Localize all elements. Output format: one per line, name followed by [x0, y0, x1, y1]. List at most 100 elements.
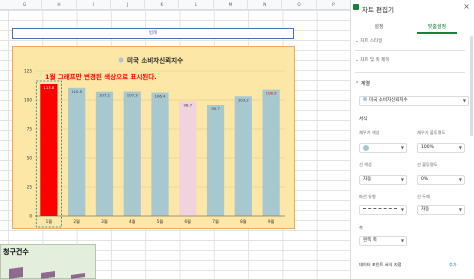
series-select[interactable]: 미국 소비자신뢰지수 ▼	[359, 96, 469, 106]
column-header[interactable]: J	[111, 0, 146, 10]
section-series-label: 계열	[360, 81, 370, 87]
chart-editor-icon	[353, 4, 359, 10]
bar-value-label: 98.7	[184, 103, 193, 108]
divider	[355, 50, 465, 51]
chevron-down-icon: ▼	[462, 98, 466, 103]
divider	[355, 72, 465, 73]
x-tick-label: 5월	[157, 218, 164, 225]
bar-value-label: 95.7	[211, 106, 220, 111]
column-header[interactable]: I	[77, 0, 111, 10]
column-header[interactable]: K	[145, 0, 180, 10]
bar-value-label: 113.8	[43, 85, 54, 90]
bar-value-label: 106.4	[155, 94, 166, 99]
y-tick-label: 125	[24, 69, 32, 74]
fill-opacity-label: 채우기 불투명도	[417, 130, 446, 135]
column-header[interactable]: L	[180, 0, 214, 10]
chevron-down-icon: ▼	[400, 177, 404, 182]
x-tick-label: 3월	[101, 218, 108, 225]
bar-value-label: 103.2	[238, 97, 249, 102]
line-thickness-select[interactable]: 자동 ▼	[417, 205, 465, 215]
column-header[interactable]: P	[317, 0, 350, 10]
line-opacity-label: 선 불투명도	[417, 162, 438, 167]
line-thickness-label: 선 두께	[417, 194, 430, 199]
second-chart-bar	[9, 267, 23, 279]
dash-type-label: 파선 유형	[359, 194, 376, 199]
bar	[262, 89, 280, 216]
line-opacity-select[interactable]: 0% ▼	[417, 175, 465, 185]
editor-tabs: 설정 맞춤설정	[351, 22, 474, 34]
y-tick-label: 25	[27, 185, 33, 190]
line-color-label: 선 색상	[359, 162, 372, 167]
chevron-down-icon: ▼	[458, 207, 462, 212]
section-series[interactable]: ⌃ 계열	[355, 80, 370, 87]
dash-type-select[interactable]: ▼	[359, 205, 407, 215]
line-opacity-value: 0%	[421, 177, 429, 182]
x-tick-label: 9월	[268, 218, 275, 225]
x-tick-label: 6월	[185, 218, 192, 225]
column-header[interactable]: N	[248, 0, 283, 10]
fill-color-swatch	[363, 145, 369, 151]
chart-annotation: 1월 그래프만 변경된 색상으로 표시된다.	[45, 72, 157, 81]
spreadsheet-area[interactable]: GHIJKLMNOP 범례 미국 소비자신뢰지수 1월 그래프만 변경된 색상으로…	[0, 0, 350, 279]
line-thickness-value: 자동	[421, 207, 430, 212]
line-color-value: 자동	[363, 177, 372, 182]
fill-opacity-select[interactable]: 100% ▼	[417, 143, 465, 153]
bar-value-label: 107.3	[127, 93, 138, 98]
bar	[206, 104, 225, 216]
y-tick-label: 0	[29, 214, 32, 219]
chart-title: 미국 소비자신뢰지수	[127, 56, 183, 65]
section-chart-axis-title-label: 차트 및 축 제목	[360, 58, 390, 63]
chart-editor-title: 차트 편집기	[362, 6, 394, 14]
series-color-dot	[363, 97, 367, 101]
section-chart-style[interactable]: ⌄ 차트 스타일	[355, 38, 382, 44]
second-chart-bar	[71, 273, 85, 279]
tab-setup[interactable]: 설정	[365, 22, 393, 34]
legend-cell[interactable]: 범례	[12, 28, 294, 39]
bar-chart[interactable]: 미국 소비자신뢰지수 1월 그래프만 변경된 색상으로 표시된다. 0 25 50 75 1…	[12, 46, 295, 229]
y-tick-label: 75	[27, 127, 33, 132]
bar-chart-svg: 미국 소비자신뢰지수 1월 그래프만 변경된 색상으로 표시된다. 0 25 50 75 1…	[24, 56, 285, 228]
second-chart[interactable]: 청구건수	[0, 244, 96, 279]
add-data-point-button[interactable]: 추가	[449, 262, 457, 268]
bar-value-label: 110.5	[71, 89, 82, 94]
close-icon[interactable]: ×	[463, 2, 470, 11]
bar	[234, 96, 252, 216]
bar	[68, 87, 86, 216]
y-tick-label: 50	[27, 156, 33, 161]
column-header[interactable]: M	[214, 0, 249, 10]
bar	[95, 91, 114, 216]
bar-value-label: 107.2	[99, 93, 110, 98]
line-color-select[interactable]: 자동 ▼	[359, 175, 407, 185]
column-header[interactable]: O	[282, 0, 317, 10]
bar	[40, 83, 58, 216]
x-tick-label: 1월	[46, 218, 53, 225]
panel-scrollbar[interactable]	[470, 36, 473, 136]
legend-marker	[118, 57, 124, 63]
bar	[123, 91, 141, 216]
section-chart-style-label: 차트 스타일	[360, 39, 383, 44]
series-select-value: 미국 소비자신뢰지수	[369, 98, 408, 103]
chart-editor-panel: 차트 편집기 × 설정 맞춤설정 ⌄ 차트 스타일 ⌄ 차트 및 축 제목 ⌃ …	[350, 0, 474, 279]
column-header[interactable]: H	[42, 0, 77, 10]
bar-value-label: 108.9	[266, 91, 277, 96]
axis-label: 축	[359, 225, 363, 230]
fill-color-label: 채우기 색상	[359, 130, 380, 135]
chevron-down-icon: ▼	[400, 238, 404, 243]
tab-customize[interactable]: 맞춤설정	[417, 22, 457, 34]
x-tick-label: 4월	[129, 218, 136, 225]
dash-line-icon	[363, 208, 397, 209]
section-chart-axis-title[interactable]: ⌄ 차트 및 축 제목	[355, 57, 389, 63]
chevron-down-icon: ▼	[400, 145, 404, 150]
y-tick-label: 100	[24, 98, 32, 103]
fill-opacity-value: 100%	[421, 145, 434, 150]
column-header-row: GHIJKLMNOP	[0, 0, 350, 10]
legend-cell-label: 범례	[148, 31, 158, 36]
axis-select[interactable]: 왼쪽 축 ▼	[359, 236, 407, 246]
second-chart-bar	[41, 271, 55, 279]
data-point-format-label: 데이터 포인트 서식 지정	[359, 262, 402, 267]
bar	[179, 101, 197, 216]
x-tick-label: 8월	[240, 218, 247, 225]
x-tick-label: 7월	[212, 218, 219, 225]
fill-color-select[interactable]: ▼	[359, 143, 407, 153]
column-header[interactable]: G	[8, 0, 43, 10]
